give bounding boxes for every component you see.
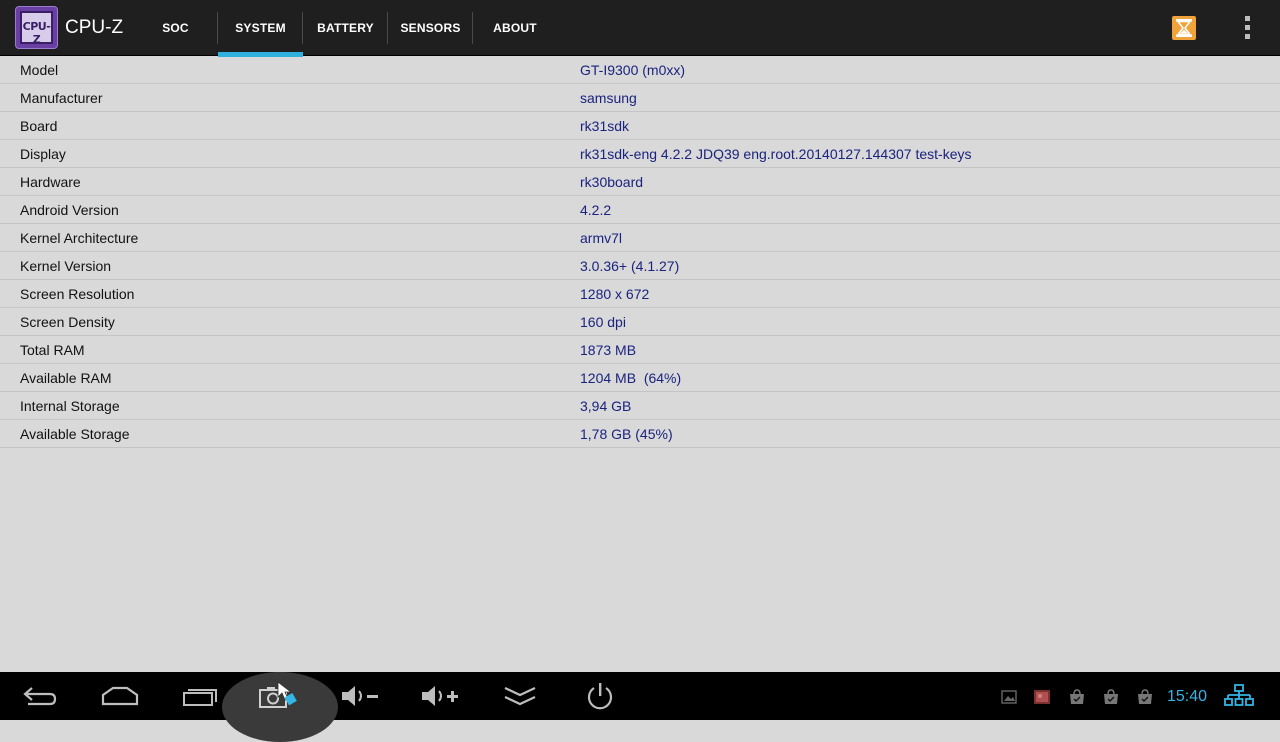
overflow-dot: [1245, 25, 1250, 30]
row-value: rk31sdk-eng 4.2.2 JDQ39 eng.root.2014012…: [580, 146, 972, 162]
info-row-android-version: Android Version 4.2.2: [0, 196, 1280, 224]
row-value: 1873 MB: [580, 342, 637, 358]
tab-soc[interactable]: SOC: [133, 0, 218, 56]
tab-label: SYSTEM: [235, 21, 286, 35]
chip-graphic: CPU-Z: [20, 11, 53, 46]
tab-battery[interactable]: BATTERY: [303, 0, 388, 56]
row-value: 1280 x 672: [580, 286, 650, 302]
row-value: 160 dpi: [580, 314, 626, 330]
overflow-dot: [1245, 34, 1250, 39]
info-row-board: Board rk31sdk: [0, 112, 1280, 140]
tab-system[interactable]: SYSTEM: [218, 0, 303, 57]
row-label: Display: [20, 146, 66, 162]
info-row-available-storage: Available Storage 1,78 GB (45%): [0, 420, 1280, 448]
cpu-z-chip-icon[interactable]: CPU-Z: [15, 6, 58, 49]
tab-label: SENSORS: [400, 21, 461, 35]
store-notification-icon[interactable]: [1137, 689, 1153, 705]
info-row-hardware: Hardware rk30board: [0, 168, 1280, 196]
row-value: GT-I9300 (m0xx): [580, 62, 686, 78]
tab-label: BATTERY: [317, 21, 374, 35]
app-icon-text: CPU-Z: [22, 20, 51, 46]
ethernet-icon[interactable]: [1224, 684, 1254, 708]
info-row-screen-resolution: Screen Resolution 1280 x 672: [0, 280, 1280, 308]
row-label: Android Version: [20, 202, 119, 218]
info-row-manufacturer: Manufacturer samsung: [0, 84, 1280, 112]
row-value: rk31sdk: [580, 118, 630, 134]
row-label: Board: [20, 118, 58, 134]
tab-about[interactable]: ABOUT: [473, 0, 557, 56]
row-label: Manufacturer: [20, 90, 103, 106]
overflow-menu-icon[interactable]: [1238, 14, 1258, 42]
volume-down-icon[interactable]: [325, 672, 395, 720]
row-value: rk30board: [580, 174, 644, 190]
tab-label: ABOUT: [493, 21, 537, 35]
tab-sensors[interactable]: SENSORS: [388, 0, 473, 56]
screenshot-icon[interactable]: [245, 672, 315, 720]
collapse-icon[interactable]: [485, 672, 555, 720]
hourglass-icon[interactable]: [1172, 16, 1196, 40]
row-label: Screen Resolution: [20, 286, 135, 302]
row-label: Available Storage: [20, 426, 130, 442]
store-notification-icon[interactable]: [1069, 689, 1085, 705]
info-row-total-ram: Total RAM 1873 MB: [0, 336, 1280, 364]
row-label: Model: [20, 62, 59, 78]
row-value: 3,94 GB: [580, 398, 632, 414]
app-title: CPU-Z: [65, 17, 124, 38]
info-row-display: Display rk31sdk-eng 4.2.2 JDQ39 eng.root.…: [0, 140, 1280, 168]
row-label: Available RAM: [20, 370, 112, 386]
tab-label: SOC: [162, 21, 189, 35]
info-row-internal-storage: Internal Storage 3,94 GB: [0, 392, 1280, 420]
row-label: Hardware: [20, 174, 81, 190]
row-label: Internal Storage: [20, 398, 120, 414]
row-value: samsung: [580, 90, 637, 106]
info-row-available-ram: Available RAM 1204 MB (64%): [0, 364, 1280, 392]
row-label: Screen Density: [20, 314, 115, 330]
info-row-screen-density: Screen Density 160 dpi: [0, 308, 1280, 336]
tab-bar: SOC SYSTEM BATTERY SENSORS ABOUT: [133, 0, 557, 57]
system-info-list[interactable]: Model GT-I9300 (m0xx) Manufacturer samsung…: [0, 56, 1280, 448]
store-notification-icon[interactable]: [1103, 689, 1119, 705]
volume-up-icon[interactable]: [405, 672, 475, 720]
system-nav-bar: [0, 672, 1280, 742]
info-row-model: Model GT-I9300 (m0xx): [0, 56, 1280, 84]
gallery-notification-icon[interactable]: [1001, 689, 1017, 705]
row-value: 1204 MB (64%): [580, 370, 682, 386]
row-value: 4.2.2: [580, 202, 612, 218]
row-label: Kernel Architecture: [20, 230, 139, 246]
power-icon[interactable]: [565, 672, 635, 720]
photo-notification-icon[interactable]: [1034, 689, 1050, 705]
row-label: Kernel Version: [20, 258, 112, 274]
row-value: 1,78 GB (45%): [580, 426, 673, 442]
row-label: Total RAM: [20, 342, 85, 358]
status-clock[interactable]: 15:40: [1167, 688, 1207, 706]
info-row-kernel-architecture: Kernel Architecture armv7l: [0, 224, 1280, 252]
home-icon[interactable]: [85, 672, 155, 720]
action-bar: CPU-Z CPU-Z SOC SYSTEM BATTERY SENSORS A…: [0, 0, 1280, 57]
back-icon[interactable]: [5, 672, 75, 720]
overflow-dot: [1245, 16, 1250, 21]
row-value: 3.0.36+ (4.1.27): [580, 258, 680, 274]
info-row-kernel-version: Kernel Version 3.0.36+ (4.1.27): [0, 252, 1280, 280]
row-value: armv7l: [580, 230, 623, 246]
